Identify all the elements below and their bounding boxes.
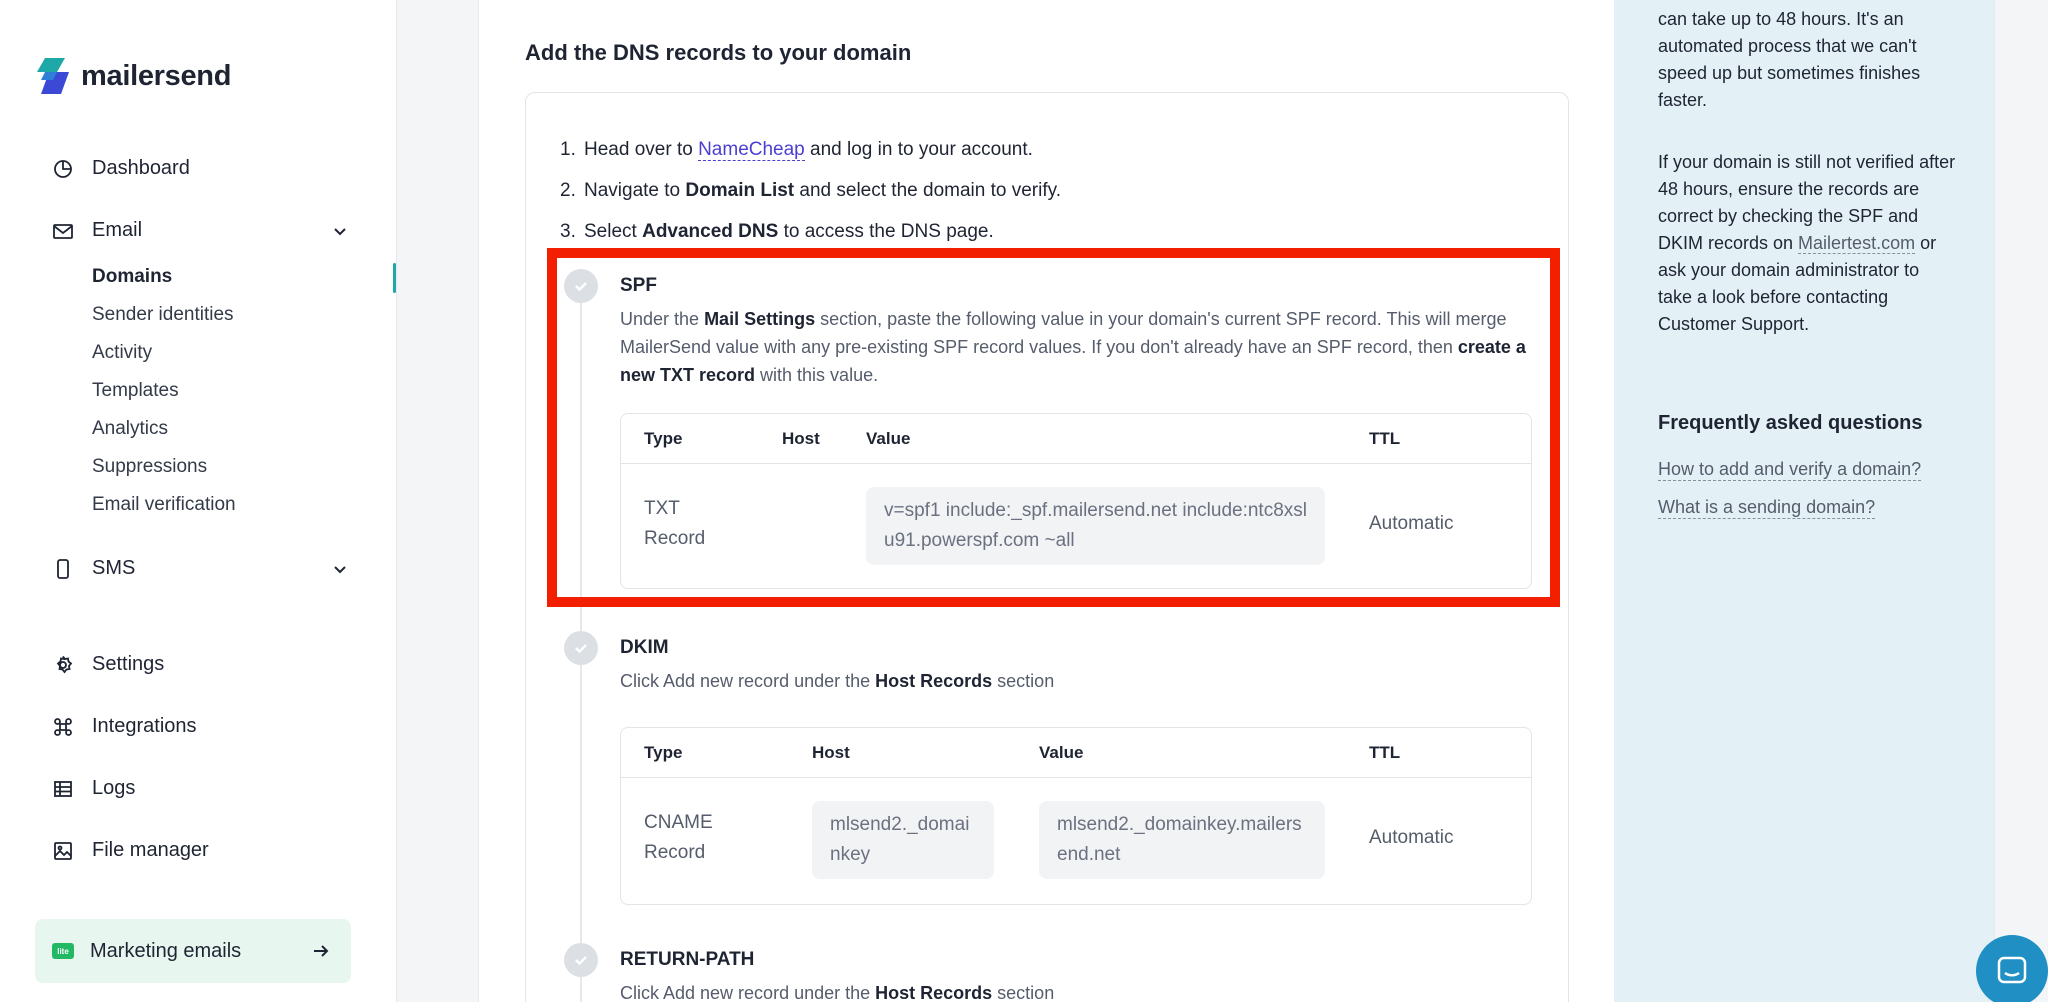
- chevron-down-icon[interactable]: [332, 561, 348, 577]
- dkim-table: Type Host Value TTL CNAME Record mlsend2…: [620, 727, 1532, 905]
- record-ttl: Automatic: [1369, 827, 1454, 848]
- right-gutter: [1994, 0, 2048, 1002]
- dns-instructions: 1. Head over to NameCheap and log in to y…: [525, 92, 1569, 1002]
- faq-link-add-verify[interactable]: How to add and verify a domain?: [1658, 459, 1922, 481]
- lite-badge: lite: [52, 943, 74, 959]
- mailertest-link[interactable]: Mailertest.com: [1798, 233, 1916, 254]
- faq-title: Frequently asked questions: [1658, 412, 1923, 434]
- nav-sms-label: SMS: [92, 557, 136, 579]
- sidebar-item-activity[interactable]: Activity: [92, 342, 152, 364]
- main-content: Add the DNS records to your domain 1. Hea…: [398, 0, 1614, 1002]
- chevron-down-icon[interactable]: [332, 223, 348, 239]
- step-2: 2. Navigate to Domain List and select the…: [560, 180, 1061, 201]
- return-path-check-icon: [564, 943, 598, 977]
- help-text-2: If your domain is still not verified aft…: [1658, 152, 1956, 334]
- dns-card: Add the DNS records to your domain 1. Hea…: [478, 0, 1614, 1002]
- active-indicator: [393, 263, 396, 293]
- mailersend-logo-icon: [37, 58, 69, 94]
- spf-table: Type Host Value TTL TXT Record v=spf1 in…: [620, 413, 1532, 589]
- nav-integrations[interactable]: Integrations: [52, 715, 197, 738]
- logo[interactable]: mailersend: [35, 58, 231, 94]
- faq-link-sending-domain[interactable]: What is a sending domain?: [1658, 497, 1876, 519]
- table-header: Type Host Value TTL: [621, 728, 1531, 778]
- spf-value-field[interactable]: v=spf1 include:_spf.mailersend.net inclu…: [866, 487, 1325, 565]
- spf-title: SPF: [620, 275, 657, 296]
- sidebar-item-email-verification[interactable]: Email verification: [92, 494, 236, 516]
- dkim-title: DKIM: [620, 637, 669, 658]
- help-text-1: can take up to 48 hours. It's an automat…: [1658, 9, 1921, 110]
- image-icon: [52, 840, 74, 862]
- return-path-description: Click Add new record under the Host Reco…: [620, 983, 1055, 1002]
- steps-list: 1. Head over to NameCheap and log in to y…: [560, 129, 1061, 252]
- sidebar-item-templates[interactable]: Templates: [92, 380, 179, 402]
- dkim-host-field[interactable]: mlsend2._domainkey: [812, 801, 994, 879]
- sidebar-item-domains[interactable]: Domains: [92, 266, 172, 288]
- phone-icon: [52, 558, 74, 580]
- table-header: Type Host Value TTL: [621, 414, 1531, 464]
- step-3: 3. Select Advanced DNS to access the DNS …: [560, 221, 994, 242]
- dkim-description: Click Add new record under the Host Reco…: [620, 671, 1055, 691]
- record-type: TXT Record: [644, 498, 706, 549]
- nav-email[interactable]: Email: [52, 219, 352, 242]
- pie-chart-icon: [52, 158, 74, 180]
- gear-icon: [52, 654, 74, 676]
- chat-button[interactable]: [1976, 935, 2048, 1002]
- step-1: 1. Head over to NameCheap and log in to y…: [560, 139, 1033, 161]
- sidebar-item-analytics[interactable]: Analytics: [92, 418, 168, 440]
- nav-sms[interactable]: SMS: [52, 557, 352, 580]
- record-ttl: Automatic: [1369, 513, 1454, 534]
- sidebar-item-suppressions[interactable]: Suppressions: [92, 456, 207, 478]
- record-type: CNAME Record: [644, 812, 713, 863]
- nav-logs[interactable]: Logs: [52, 777, 135, 800]
- mail-icon: [52, 220, 74, 242]
- nav-logs-label: Logs: [92, 777, 136, 799]
- namecheap-link[interactable]: NameCheap: [698, 139, 805, 161]
- chat-icon: [1997, 956, 2027, 984]
- sidebar: mailersend Dashboard Email Domains Sende…: [0, 0, 397, 1002]
- page-title: Add the DNS records to your domain: [525, 40, 912, 65]
- nav-settings[interactable]: Settings: [52, 653, 164, 676]
- marketing-emails-button[interactable]: lite Marketing emails: [35, 919, 351, 983]
- command-icon: [52, 716, 74, 738]
- spf-description: Under the Mail Settings section, paste t…: [620, 309, 1526, 385]
- nav-dashboard-label: Dashboard: [92, 157, 190, 179]
- table-icon: [52, 778, 74, 800]
- nav-integrations-label: Integrations: [92, 715, 197, 737]
- spf-check-icon: [564, 269, 598, 303]
- return-path-title: RETURN-PATH: [620, 949, 755, 970]
- nav-email-label: Email: [92, 219, 143, 241]
- nav-file-manager[interactable]: File manager: [52, 839, 209, 862]
- dkim-check-icon: [564, 631, 598, 665]
- help-panel: can take up to 48 hours. It's an automat…: [1614, 0, 1994, 1002]
- sidebar-item-sender-identities[interactable]: Sender identities: [92, 304, 234, 326]
- marketing-emails-label: Marketing emails: [90, 939, 242, 962]
- arrow-right-icon: [314, 945, 329, 957]
- nav-dashboard[interactable]: Dashboard: [52, 157, 190, 180]
- nav-file-manager-label: File manager: [92, 839, 209, 861]
- nav-settings-label: Settings: [92, 653, 165, 675]
- dkim-value-field[interactable]: mlsend2._domainkey.mailersend.net: [1039, 801, 1325, 879]
- brand-name: mailersend: [81, 59, 232, 92]
